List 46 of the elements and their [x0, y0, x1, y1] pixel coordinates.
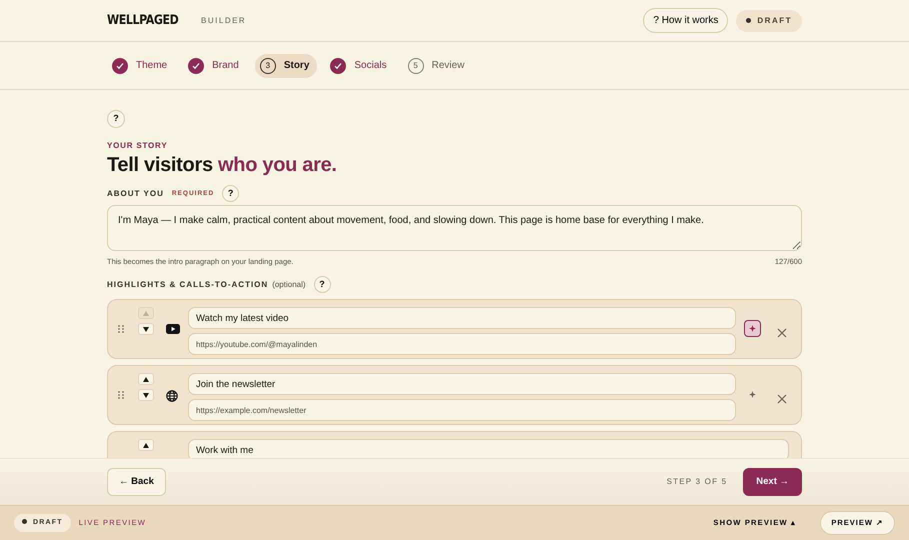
title-input[interactable]: Join the newsletter [188, 373, 736, 396]
sparkle-icon [749, 325, 756, 332]
check-icon [112, 58, 128, 74]
help-button[interactable]: ? [107, 110, 125, 128]
back-button[interactable]: ← Back [107, 468, 166, 496]
step-tab[interactable]: 5 Review [402, 54, 472, 78]
step-tab[interactable]: 3 Story [254, 54, 318, 78]
section-label: HIGHLIGHTS & CALLS-TO-ACTION [107, 280, 268, 290]
help-button[interactable]: ? [222, 185, 240, 202]
triangle-down-icon [143, 326, 149, 332]
video-play-icon [166, 324, 180, 334]
triangle-up-icon [143, 376, 149, 382]
logo: WELLPAGED [107, 12, 178, 30]
about-textarea[interactable]: I'm Maya — I make calm, practical content about movement, food, and slowing down. This page is home base for everything I make. [107, 205, 802, 252]
step-number: 3 [260, 58, 276, 74]
drag-handle-icon[interactable] [118, 325, 124, 334]
move-down-button[interactable] [138, 389, 154, 402]
check-icon [188, 58, 204, 74]
optional-note: (optional) [272, 280, 306, 290]
drag-handle-icon[interactable] [118, 391, 124, 400]
page-heading: Tell visitors who you are. [107, 153, 338, 178]
status-badge: DRAFT [736, 10, 802, 32]
step-number: 5 [408, 58, 424, 74]
product-label: BUILDER [201, 14, 246, 26]
step-counter: STEP 3 OF 5 [666, 476, 728, 488]
url-input[interactable]: https://youtube.com/@mayalinden [188, 333, 736, 356]
field-label: ABOUT YOU [107, 189, 164, 199]
url-input[interactable]: https://example.com/newsletter [188, 399, 736, 422]
check-icon [330, 58, 346, 74]
move-down-button[interactable] [138, 323, 154, 336]
sparkle-icon [749, 391, 756, 398]
triangle-up-icon [143, 310, 149, 316]
move-up-button[interactable] [138, 439, 154, 452]
triangle-down-icon [143, 392, 149, 398]
next-button[interactable]: Next → [743, 468, 802, 496]
move-up-button[interactable] [138, 373, 154, 386]
how-it-works-button[interactable]: ? How it works [643, 8, 728, 33]
title-input[interactable]: Watch my latest video [188, 307, 736, 330]
triangle-up-icon [143, 442, 149, 448]
step-tab[interactable]: Brand [183, 54, 247, 78]
step-tab[interactable]: Socials [325, 54, 395, 78]
step-tab[interactable]: Theme [107, 54, 176, 78]
section-eyebrow: YOUR STORY [107, 140, 168, 150]
feature-button[interactable] [744, 320, 761, 338]
help-button[interactable]: ? [314, 276, 331, 294]
globe-icon [166, 390, 180, 402]
